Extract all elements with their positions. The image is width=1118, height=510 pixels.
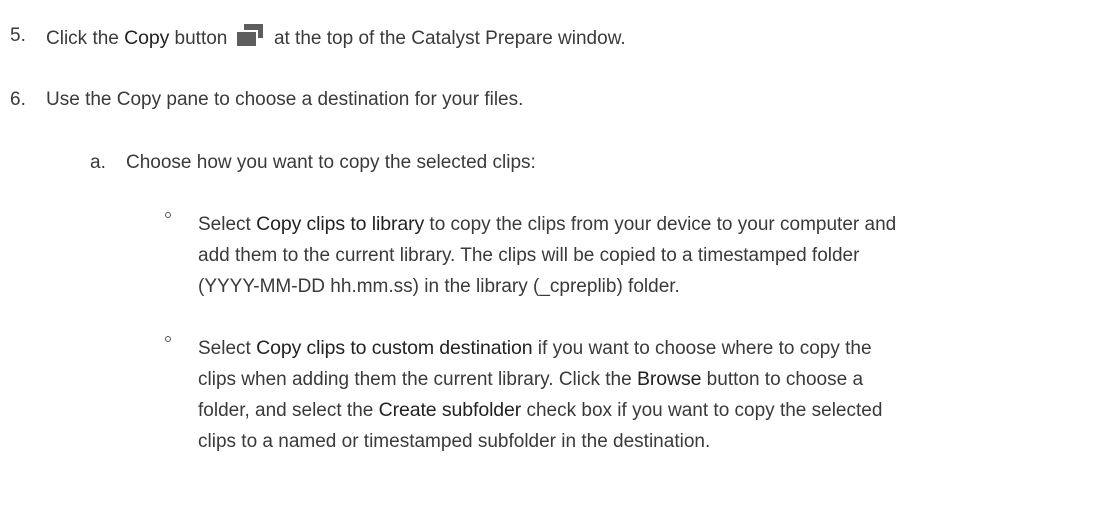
step-text: at the top of the Catalyst Prepare windo… bbox=[273, 28, 626, 49]
step-text: button bbox=[169, 28, 228, 49]
option-copy-clips-to-custom-destination: Copy clips to custom destination bbox=[256, 337, 533, 359]
step-text: Use the Copy pane to choose a destinatio… bbox=[46, 89, 524, 110]
step-text: Choose how you want to copy the selected… bbox=[126, 152, 536, 173]
step-5: 5. bbox=[10, 24, 26, 48]
text: check box if you want to copy the select… bbox=[521, 400, 883, 421]
step-number: 6. bbox=[10, 89, 26, 110]
text: clips when adding them the current libra… bbox=[198, 369, 637, 390]
document-page: 5. Click the Copy button at the top of t… bbox=[0, 0, 1118, 510]
create-subfolder-label: Create subfolder bbox=[378, 399, 522, 421]
text: button to choose a bbox=[701, 369, 864, 390]
text: folder, and select the bbox=[198, 400, 379, 421]
copy-label: Copy bbox=[124, 27, 170, 49]
bullet-line: add them to the current library. The cli… bbox=[198, 245, 860, 266]
copy-icon bbox=[236, 24, 263, 48]
text: Select bbox=[198, 338, 257, 359]
bullet-line: clips to a named or timestamped subfolde… bbox=[198, 431, 711, 452]
bullet-item: Select Copy clips to custom destination … bbox=[198, 333, 882, 457]
bullet-line: Select Copy clips to custom destination … bbox=[198, 333, 882, 364]
bullet-line: clips when adding them the current libra… bbox=[198, 364, 882, 395]
text: to copy the clips from your device to yo… bbox=[424, 214, 897, 235]
step-6-text: Use the Copy pane to choose a destinatio… bbox=[46, 88, 523, 112]
bullet-marker bbox=[165, 212, 171, 218]
bullet-line: Select Copy clips to library to copy the… bbox=[198, 209, 896, 240]
bullet-item: Select Copy clips to library to copy the… bbox=[198, 209, 896, 302]
browse-label: Browse bbox=[636, 368, 702, 390]
step-text: Click the bbox=[46, 28, 125, 49]
step-6: 6. bbox=[10, 88, 26, 112]
bullet-marker bbox=[165, 336, 171, 342]
bullet-line: folder, and select the Create subfolder … bbox=[198, 395, 882, 426]
step-number: 5. bbox=[10, 25, 26, 46]
substep-marker: a. bbox=[90, 152, 106, 173]
step-5-text: Click the Copy button at the top of the … bbox=[46, 24, 626, 51]
bullet-line: (YYYY-MM-DD hh.mm.ss) in the library (_c… bbox=[198, 276, 680, 297]
text: Select bbox=[198, 214, 257, 235]
option-copy-clips-to-library: Copy clips to library bbox=[256, 213, 425, 235]
text: if you want to choose where to copy the bbox=[532, 338, 872, 359]
substep-letter: a. bbox=[90, 151, 106, 175]
substep-text: Choose how you want to copy the selected… bbox=[126, 151, 536, 175]
